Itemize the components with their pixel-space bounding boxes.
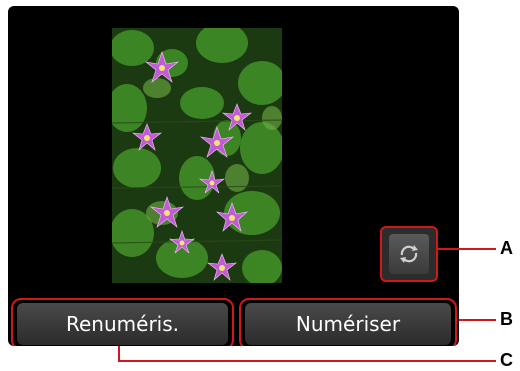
rotate-button[interactable] xyxy=(380,226,438,282)
callout-a-line xyxy=(438,248,496,250)
scan-preview-image xyxy=(112,28,282,283)
rotate-icon xyxy=(389,234,429,274)
rescan-button-label: Renuméris. xyxy=(17,303,228,345)
water-lily-photo xyxy=(112,28,282,283)
scan-button-label: Numériser xyxy=(245,303,451,345)
callout-c-line-horizontal xyxy=(118,360,496,362)
device-screen: Renuméris. Numériser xyxy=(8,6,459,346)
rescan-button[interactable]: Renuméris. xyxy=(11,298,234,346)
callout-a-label: A xyxy=(500,238,513,258)
callout-b-label: B xyxy=(500,309,513,329)
callout-c-label: C xyxy=(500,350,513,370)
callout-b-line xyxy=(459,319,496,321)
scan-button[interactable]: Numériser xyxy=(239,298,457,346)
